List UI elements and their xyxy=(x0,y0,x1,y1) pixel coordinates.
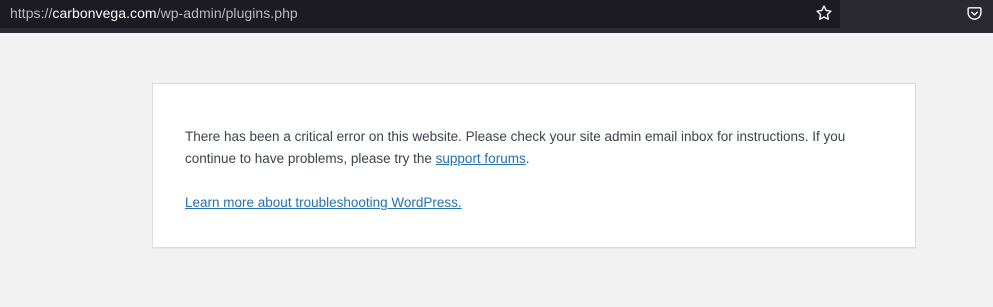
url-domain: carbonvega.com xyxy=(52,5,157,21)
support-forums-link[interactable]: support forums xyxy=(436,151,526,166)
star-icon xyxy=(816,5,832,20)
troubleshooting-link[interactable]: Learn more about troubleshooting WordPre… xyxy=(185,195,462,210)
pocket-button[interactable] xyxy=(964,3,984,23)
bookmark-button[interactable] xyxy=(814,3,834,23)
error-text-end: . xyxy=(525,151,530,166)
address-bar[interactable]: https://carbonvega.com/wp-admin/plugins.… xyxy=(0,0,840,28)
url-text[interactable]: https://carbonvega.com/wp-admin/plugins.… xyxy=(10,5,298,21)
learn-more: Learn more about troubleshooting WordPre… xyxy=(185,192,462,214)
error-message: There has been a critical error on this … xyxy=(185,126,885,170)
url-prefix: https:// xyxy=(10,5,53,21)
browser-toolbar: https://carbonvega.com/wp-admin/plugins.… xyxy=(0,0,993,33)
pocket-icon xyxy=(966,6,982,20)
url-path: /wp-admin/plugins.php xyxy=(156,5,298,21)
error-panel: There has been a critical error on this … xyxy=(152,83,916,248)
